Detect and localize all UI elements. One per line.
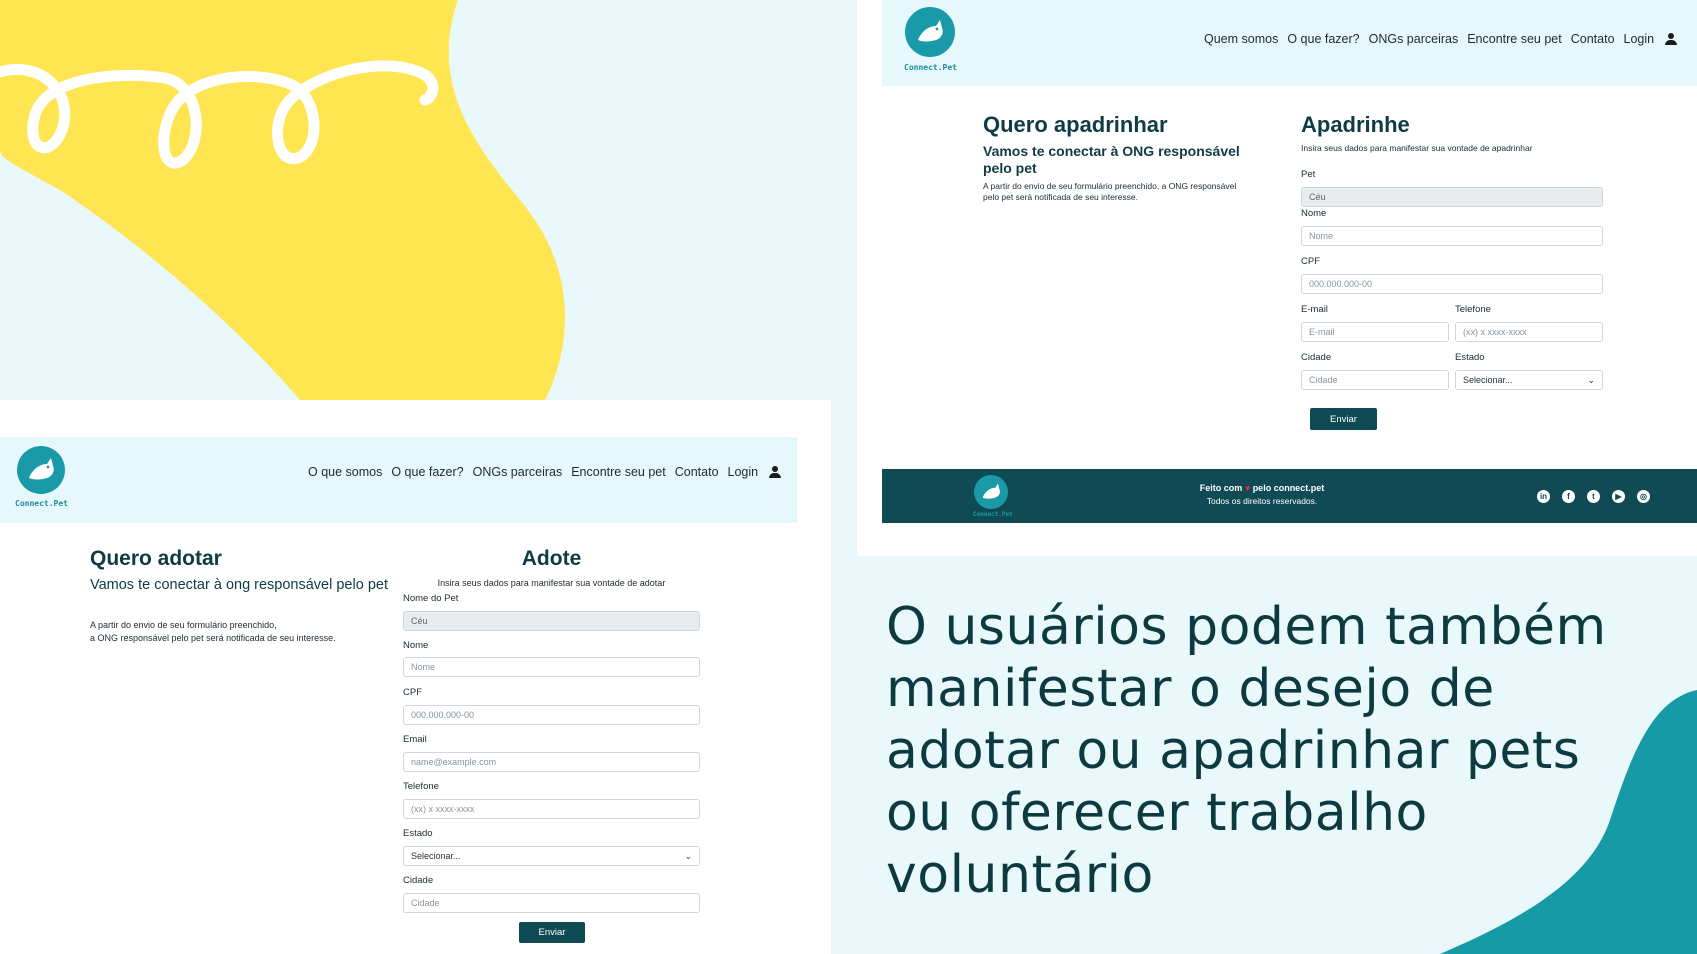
nav-contato[interactable]: Contato bbox=[675, 465, 719, 479]
sponsor-state-label: Estado bbox=[1455, 352, 1485, 363]
nav-o-que-fazer[interactable]: O que fazer? bbox=[391, 465, 463, 479]
nav-ongs-parceiras[interactable]: ONGs parceiras bbox=[473, 465, 563, 479]
adopt-nav-links: O que somos O que fazer? ONGs parceiras … bbox=[308, 465, 782, 479]
footer-rights: Todos os direitos reservados. bbox=[1206, 496, 1318, 506]
dog-bird-logo-icon bbox=[29, 458, 54, 480]
adopt-email-input[interactable]: name@example.com bbox=[403, 752, 700, 772]
footer-made-with-prefix: Feito com bbox=[1199, 483, 1243, 493]
sponsor-phone-label: Telefone bbox=[1455, 304, 1491, 315]
adopt-pet-label: Nome do Pet bbox=[403, 593, 459, 604]
white-curly-line bbox=[0, 60, 439, 169]
adopt-form-title: Adote bbox=[521, 547, 582, 570]
adopt-phone-input[interactable]: (xx) x xxxx-xxxx bbox=[403, 799, 700, 819]
heart-icon: ♥ bbox=[1244, 483, 1251, 493]
youtube-icon[interactable]: ▶ bbox=[1612, 490, 1625, 503]
adopt-form-description: Insira seus dados para manifestar sua vo… bbox=[437, 578, 666, 588]
sponsor-pet-field: Céu bbox=[1301, 187, 1603, 207]
sponsor-page-screenshot: Connect.Pet Quem somos O que fazer? ONGs… bbox=[857, 0, 1697, 556]
nav-ongs-parceiras[interactable]: ONGs parceiras bbox=[1369, 32, 1459, 46]
adopt-left-subtitle: Vamos te conectar à ong responsável pelo… bbox=[90, 577, 388, 593]
nav-login[interactable]: Login bbox=[1624, 32, 1655, 46]
adopt-email-label: Email bbox=[403, 734, 427, 745]
twitter-icon[interactable]: t bbox=[1587, 490, 1600, 503]
adopt-submit-button[interactable]: Enviar bbox=[519, 922, 585, 943]
nav-encontre-seu-pet[interactable]: Encontre seu pet bbox=[1467, 32, 1562, 46]
footer-made-with-suffix: pelo connect.pet bbox=[1252, 483, 1325, 493]
sponsor-left-text-1: A partir do envio de seu formulário pree… bbox=[983, 181, 1237, 191]
sponsor-form-description: Insira seus dados para manifestar sua vo… bbox=[1301, 143, 1533, 153]
adopt-name-label: Nome bbox=[403, 640, 429, 651]
adopt-state-value: Selecionar... bbox=[411, 851, 461, 861]
linkedin-icon[interactable]: in bbox=[1537, 490, 1550, 503]
dog-bird-logo-icon bbox=[918, 20, 943, 42]
footer-logo[interactable] bbox=[974, 475, 1008, 509]
adopt-left-text-1: A partir do envio de seu formulário pree… bbox=[90, 620, 277, 630]
adopt-pet-field: Céu bbox=[403, 611, 700, 631]
yellow-blob bbox=[0, 0, 566, 400]
chevron-down-icon: ⌄ bbox=[684, 850, 692, 861]
sponsor-email-input[interactable]: E-mail bbox=[1301, 322, 1449, 342]
adopt-cpf-label: CPF bbox=[403, 687, 422, 698]
sponsor-city-input[interactable]: Cidade bbox=[1301, 370, 1449, 390]
sponsor-footer: Connect.Pet Feito com ♥ pelo connect.pet… bbox=[882, 469, 1697, 523]
nav-quem-somos[interactable]: Quem somos bbox=[1204, 32, 1278, 46]
instagram-icon[interactable]: ◎ bbox=[1637, 490, 1650, 503]
adopt-state-select[interactable]: Selecionar... ⌄ bbox=[403, 846, 700, 866]
nav-contato[interactable]: Contato bbox=[1571, 32, 1615, 46]
user-icon[interactable] bbox=[769, 466, 782, 478]
sponsor-form-title: Apadrinhe bbox=[1301, 112, 1410, 137]
sponsor-name-input[interactable]: Nome bbox=[1301, 226, 1603, 246]
nav-o-que-somos[interactable]: O que somos bbox=[308, 465, 382, 479]
adopt-navbar: Connect.Pet O que somos O que fazer? ONG… bbox=[0, 437, 797, 523]
sponsor-navbar: Connect.Pet Quem somos O que fazer? ONGs… bbox=[882, 0, 1697, 86]
footer-made-with: Feito com ♥ pelo connect.pet bbox=[1182, 483, 1342, 493]
sponsor-cpf-input[interactable]: 000.000.000-00 bbox=[1301, 274, 1603, 294]
sponsor-state-select[interactable]: Selecionar... ⌄ bbox=[1455, 370, 1603, 390]
sponsor-cpf-label: CPF bbox=[1301, 256, 1320, 267]
sponsor-phone-input[interactable]: (xx) x xxxx-xxxx bbox=[1455, 322, 1603, 342]
sponsor-city-label: Cidade bbox=[1301, 352, 1332, 363]
adopt-phone-label: Telefone bbox=[403, 781, 439, 792]
adopt-logo-text: Connect.Pet bbox=[15, 499, 68, 508]
sponsor-left-title: Quero apadrinhar bbox=[983, 112, 1168, 137]
feature-caption: O usuários podem também manifestar o des… bbox=[886, 597, 1607, 905]
adopt-cpf-input[interactable]: 000.000.000-00 bbox=[403, 705, 700, 725]
sponsor-submit-button[interactable]: Enviar bbox=[1310, 408, 1377, 430]
adopt-state-label: Estado bbox=[403, 828, 433, 839]
sponsor-email-label: E-mail bbox=[1301, 304, 1328, 315]
sponsor-nav-links: Quem somos O que fazer? ONGs parceiras E… bbox=[1204, 32, 1678, 46]
sponsor-logo-text: Connect.Pet bbox=[904, 63, 957, 72]
nav-login[interactable]: Login bbox=[728, 465, 759, 479]
sponsor-pet-label: Pet bbox=[1301, 169, 1316, 180]
adopt-page-screenshot: Connect.Pet O que somos O que fazer? ONG… bbox=[0, 400, 831, 954]
sponsor-left-subtitle: Vamos te conectar à ONG responsável pelo… bbox=[983, 143, 1240, 176]
sponsor-left-text-2: pelo pet será notificada de seu interess… bbox=[983, 192, 1138, 202]
adopt-logo[interactable] bbox=[17, 446, 65, 494]
adopt-name-input[interactable]: Nome bbox=[403, 657, 700, 677]
footer-logo-text: Connect.Pet bbox=[973, 511, 1013, 518]
sponsor-logo[interactable] bbox=[905, 7, 955, 57]
adopt-city-input[interactable]: Cidade bbox=[403, 893, 700, 913]
user-icon[interactable] bbox=[1665, 33, 1678, 45]
adopt-left-text-2: a ONG responsável pelo pet será notifica… bbox=[90, 633, 336, 643]
nav-encontre-seu-pet[interactable]: Encontre seu pet bbox=[571, 465, 666, 479]
facebook-icon[interactable]: f bbox=[1562, 490, 1575, 503]
chevron-down-icon: ⌄ bbox=[1587, 374, 1595, 385]
sponsor-state-value: Selecionar... bbox=[1463, 375, 1513, 385]
adopt-left-title: Quero adotar bbox=[90, 547, 222, 570]
adopt-city-label: Cidade bbox=[403, 875, 434, 886]
nav-o-que-fazer[interactable]: O que fazer? bbox=[1287, 32, 1359, 46]
sponsor-name-label: Nome bbox=[1301, 208, 1327, 219]
dog-bird-logo-icon bbox=[982, 483, 1000, 499]
